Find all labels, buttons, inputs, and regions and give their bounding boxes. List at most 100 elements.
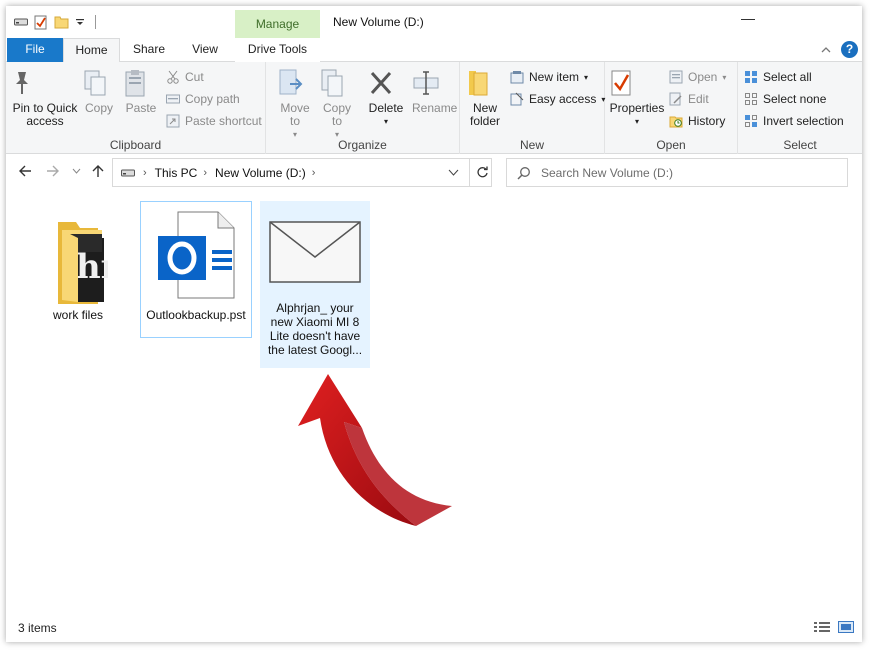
paste-icon (123, 68, 159, 98)
ribbon: Pin to Quick access Copy Paste Cut Copy … (6, 62, 862, 154)
invert-selection-label: Invert selection (763, 114, 844, 128)
select-all-button[interactable]: Select all (744, 70, 812, 84)
invert-selection-button[interactable]: Invert selection (744, 114, 844, 128)
new-folder-icon[interactable] (54, 15, 69, 29)
refresh-button[interactable] (469, 159, 494, 186)
breadcrumb-this-pc[interactable]: This PC (155, 166, 198, 180)
move-to-icon (276, 68, 314, 98)
open-dropdown-icon: ▾ (722, 72, 727, 82)
breadcrumb-separator[interactable]: › (143, 167, 147, 179)
history-button[interactable]: History (669, 114, 725, 128)
email-envelope-icon (269, 221, 361, 285)
copy-icon (82, 68, 116, 98)
history-label: History (688, 114, 726, 128)
details-view-icon[interactable] (814, 621, 830, 633)
tab-file[interactable]: File (7, 38, 63, 62)
tab-manage[interactable]: Manage (235, 10, 320, 38)
edit-button[interactable]: Edit (669, 92, 709, 106)
rename-icon (412, 68, 456, 98)
tab-view[interactable]: View (182, 38, 228, 62)
history-icon (669, 114, 683, 128)
select-group: Select all Select none Invert selection … (738, 62, 862, 154)
paste-button[interactable]: Paste (123, 68, 159, 115)
properties-icon[interactable] (34, 14, 48, 30)
cut-label: Cut (185, 70, 204, 84)
delete-dropdown-icon: ▾ (383, 117, 388, 126)
paste-shortcut-label: Paste shortcut (185, 114, 262, 128)
file-item-work-files[interactable]: hr work files (30, 200, 126, 350)
refresh-icon (476, 166, 488, 178)
customize-qat-icon[interactable] (75, 17, 85, 27)
forward-arrow-icon[interactable] (46, 164, 60, 178)
tab-drive-tools[interactable]: Drive Tools (235, 38, 320, 62)
breadcrumb-separator[interactable]: › (203, 167, 207, 179)
select-none-button[interactable]: Select none (744, 92, 826, 106)
copy-to-label: Copy to (322, 101, 351, 128)
copy-path-button[interactable]: Copy path (166, 92, 240, 106)
outlook-pst-icon (156, 210, 236, 300)
copy-button[interactable]: Copy (82, 68, 116, 115)
file-list-pane: hr work files Outlookbackup.pst (6, 192, 862, 612)
back-arrow-icon[interactable] (18, 164, 32, 178)
item-count: 3 items (18, 621, 57, 635)
new-item-icon (510, 70, 524, 84)
easy-access-icon (510, 92, 524, 106)
pin-icon (10, 68, 80, 98)
help-button[interactable]: ? (841, 41, 858, 58)
ribbon-controls: ? (821, 41, 858, 58)
file-item-email[interactable]: Alphrjan_ your new Xiaomi MI 8 Lite does… (260, 201, 370, 368)
clipboard-group-label: Clipboard (109, 138, 162, 152)
invert-selection-icon (744, 114, 758, 128)
collapse-ribbon-icon[interactable] (821, 46, 831, 54)
ribbon-tab-row: File Home Share View Drive Tools ? (6, 38, 862, 63)
open-group: Properties ▾ Open ▾ Edit History Open (605, 62, 738, 154)
scissors-icon (166, 70, 180, 84)
status-bar: 3 items (6, 612, 862, 642)
drive-icon[interactable] (14, 17, 28, 27)
recent-locations-icon[interactable] (72, 168, 81, 174)
red-annotation-arrow-icon (298, 374, 458, 530)
copy-to-button[interactable]: Copy to ▾ (318, 68, 356, 141)
qat-separator (95, 15, 96, 29)
organize-group-label: Organize (338, 138, 387, 152)
properties-label: Properties (609, 101, 665, 115)
rename-button[interactable]: Rename (412, 68, 457, 115)
select-all-icon (744, 70, 758, 84)
folder-icon: hr (48, 212, 108, 304)
address-dropdown-icon[interactable] (448, 169, 459, 176)
explorer-window: Manage New Volume (D:) — File Home Share… (6, 6, 862, 642)
file-item-outlookbackup[interactable]: Outlookbackup.pst (140, 201, 252, 338)
up-arrow-icon[interactable] (91, 164, 105, 178)
open-button[interactable]: Open ▾ (669, 70, 726, 84)
paste-label: Paste (125, 101, 157, 115)
new-item-button[interactable]: New item ▾ (510, 70, 588, 84)
edit-label: Edit (688, 92, 709, 106)
tab-share[interactable]: Share (124, 38, 174, 62)
organize-group: Move to ▾ Copy to ▾ Delete ▾ Rename Orga… (266, 62, 460, 154)
paste-shortcut-button[interactable]: Paste shortcut (166, 114, 262, 128)
address-bar[interactable]: › This PC › New Volume (D:) › (112, 158, 492, 187)
breadcrumb-separator[interactable]: › (312, 167, 316, 179)
easy-access-button[interactable]: Easy access ▾ (510, 92, 605, 106)
move-to-button[interactable]: Move to ▾ (276, 68, 314, 141)
large-icons-view-icon[interactable] (838, 621, 854, 633)
cut-button[interactable]: Cut (166, 70, 204, 84)
svg-text:hr: hr (76, 247, 108, 287)
breadcrumb-new-volume[interactable]: New Volume (D:) (215, 166, 306, 180)
pin-to-quick-access-button[interactable]: Pin to Quick access (10, 68, 80, 128)
window-title: New Volume (D:) (333, 15, 424, 29)
new-folder-button[interactable]: New folder (466, 68, 504, 128)
minimize-button[interactable]: — (741, 10, 755, 26)
tab-home[interactable]: Home (63, 38, 120, 63)
new-folder-label: New folder (469, 101, 501, 128)
view-switcher (814, 621, 854, 633)
search-placeholder: Search New Volume (D:) (541, 165, 674, 180)
address-drive-icon (121, 168, 135, 178)
move-to-label: Move to (280, 101, 310, 128)
copy-path-label: Copy path (185, 92, 240, 106)
search-input[interactable]: Search New Volume (D:) (506, 158, 848, 187)
pin-label: Pin to Quick access (12, 101, 78, 128)
delete-label: Delete (368, 101, 404, 115)
properties-button[interactable]: Properties ▾ (609, 68, 665, 128)
delete-button[interactable]: Delete ▾ (367, 68, 405, 128)
